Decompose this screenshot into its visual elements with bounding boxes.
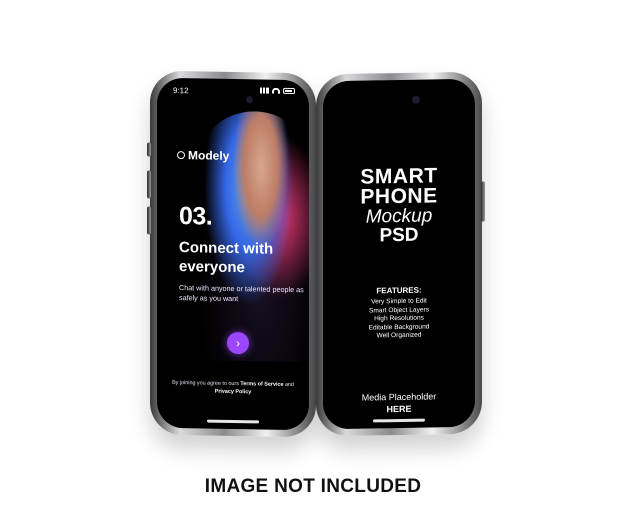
camera-icon bbox=[412, 95, 420, 104]
features-list: Very Simple to Edit Smart Object Layers … bbox=[323, 297, 475, 343]
battery-icon bbox=[283, 87, 295, 95]
home-indicator bbox=[373, 418, 425, 423]
app-screen: 9:12 Modely 03. Connect with everyone Ch… bbox=[157, 77, 309, 431]
terms-text: By joining you agree to ours Terms of Se… bbox=[172, 379, 294, 396]
logo-text: Modely bbox=[188, 148, 230, 163]
step-number: 03. bbox=[179, 202, 213, 231]
logo-icon bbox=[177, 151, 185, 160]
poster-screen: SMART PHONE Mockup PSD FEATURES: Very Si… bbox=[323, 78, 475, 430]
feature-item: Well Organized bbox=[376, 331, 422, 340]
wifi-icon bbox=[272, 87, 280, 94]
mute-switch bbox=[147, 142, 151, 157]
dynamic-island bbox=[374, 92, 424, 108]
app-logo: Modely bbox=[177, 148, 229, 163]
onboarding-headline: Connect with everyone bbox=[179, 239, 274, 277]
signal-icon bbox=[260, 87, 269, 94]
next-button[interactable]: › bbox=[227, 331, 249, 355]
camera-icon bbox=[246, 96, 253, 104]
status-time: 9:12 bbox=[173, 85, 189, 96]
terms-of-service-link[interactable]: Terms of Service bbox=[240, 381, 283, 388]
image-not-included-caption: IMAGE NOT INCLUDED bbox=[204, 476, 422, 497]
left-phone-mockup: 9:12 Modely 03. Connect with everyone Ch… bbox=[147, 70, 316, 438]
onboarding-subtext: Chat with anyone or talented people as s… bbox=[179, 283, 304, 304]
poster-title: SMART PHONE Mockup PSD bbox=[360, 164, 438, 247]
features-heading: FEATURES: bbox=[376, 285, 422, 296]
power-button bbox=[481, 181, 485, 222]
chevron-right-icon: › bbox=[236, 336, 240, 351]
home-indicator bbox=[207, 419, 259, 424]
right-phone-mockup: SMART PHONE Mockup PSD FEATURES: Very Si… bbox=[316, 71, 485, 437]
media-placeholder: Media Placeholder HERE bbox=[361, 391, 437, 415]
dynamic-island bbox=[209, 92, 257, 107]
volume-up-button bbox=[147, 170, 151, 199]
privacy-policy-link[interactable]: Privacy Policy bbox=[215, 389, 252, 396]
volume-down-button bbox=[147, 206, 151, 235]
